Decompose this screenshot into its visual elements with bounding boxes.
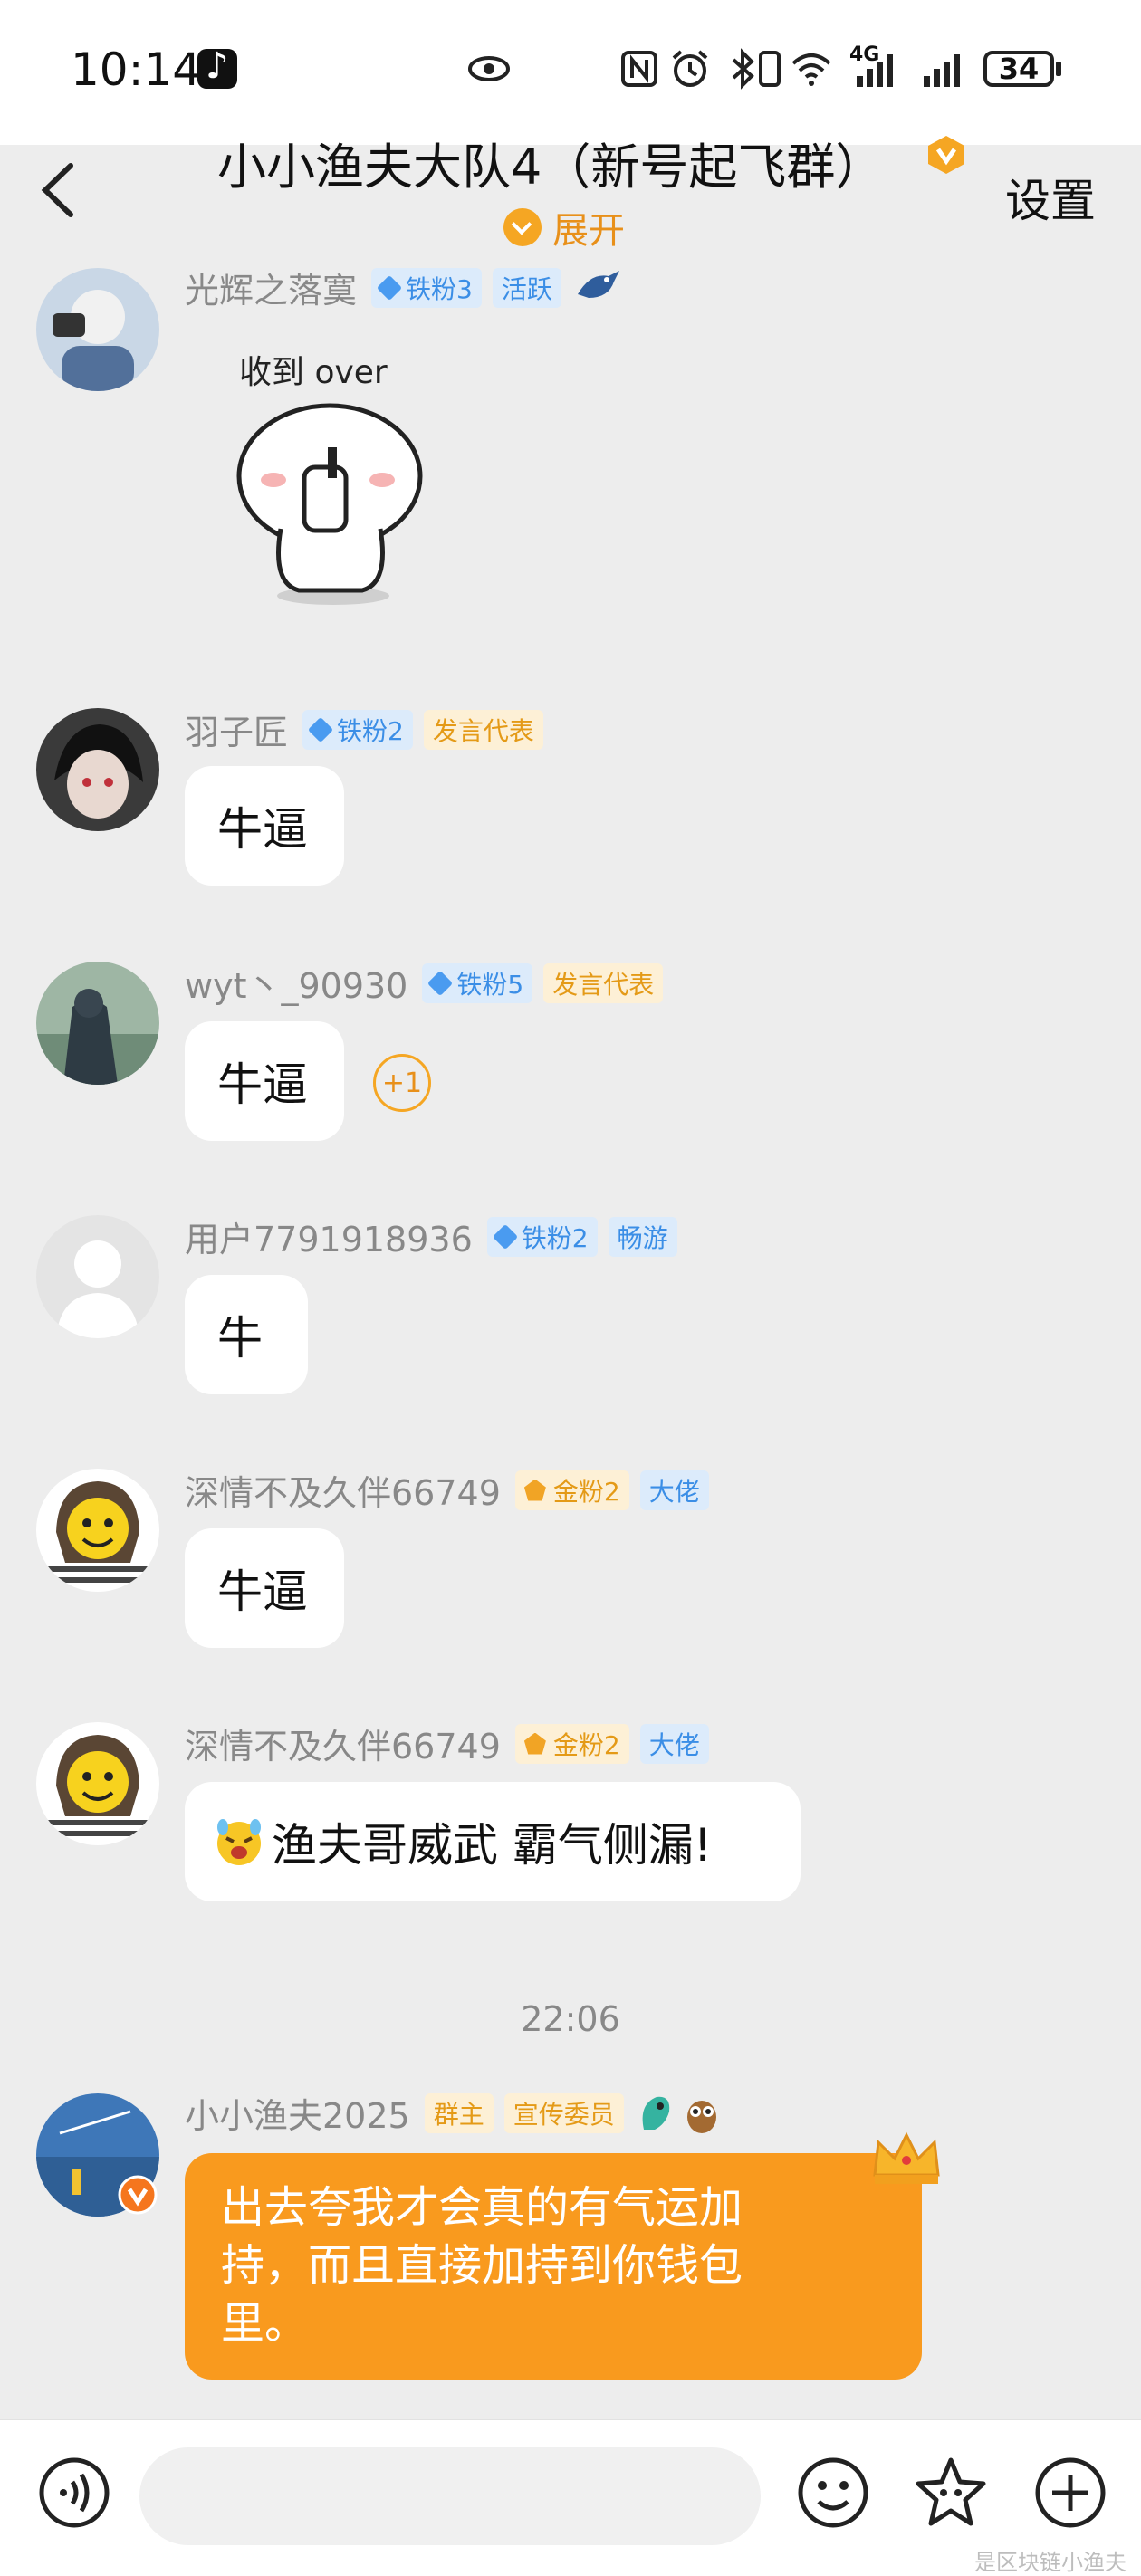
nfc-icon xyxy=(621,51,657,87)
message-meta: wyt丶_90930 铁粉5 发言代表 xyxy=(185,958,674,1008)
expand-toggle[interactable]: 展开 xyxy=(503,205,625,252)
fan-badge: 铁粉2 xyxy=(302,709,413,750)
message-meta: 羽子匠 铁粉2 发言代表 xyxy=(185,704,554,754)
avatar[interactable] xyxy=(36,1722,159,1845)
message-line: 出去夸我才会真的有气运加 xyxy=(221,2182,743,2233)
role-badge: 畅游 xyxy=(608,1216,677,1257)
watermark-text: 是区块链小渔夫 xyxy=(974,2550,1127,2575)
fan-badge: 金粉2 xyxy=(514,1470,629,1510)
settings-button[interactable]: 设置 xyxy=(1005,165,1096,230)
plus-one-reaction[interactable]: +1 xyxy=(373,1054,431,1112)
username[interactable]: 用户7791918936 xyxy=(185,1211,473,1261)
message-timestamp: 22:06 xyxy=(521,1999,620,2039)
role-badge: 发言代表 xyxy=(423,709,543,750)
message-line: 持，而且直接加持到你钱包 xyxy=(221,2240,743,2291)
message-meta: 小小渔夫2025 群主 宣传委员 xyxy=(185,2088,722,2138)
crown-icon xyxy=(873,2131,940,2184)
message-text: 渔夫哥威武 霸气侧漏! xyxy=(272,1819,712,1872)
message-bubble[interactable]: 牛逼 xyxy=(185,1021,344,1141)
message-meta: 深情不及久伴66749 金粉2 大佬 xyxy=(185,1465,720,1515)
avatar[interactable] xyxy=(36,1469,159,1592)
vibrate-icon xyxy=(759,51,781,87)
avatar[interactable] xyxy=(36,708,159,831)
bird-icon xyxy=(577,270,619,298)
message-bubble[interactable]: 牛 xyxy=(185,1275,308,1394)
role-badge: 大佬 xyxy=(639,1470,709,1510)
username[interactable]: 小小渔夫2025 xyxy=(185,2088,410,2138)
message-bubble[interactable]: 牛逼 xyxy=(185,1528,344,1648)
owl-icon xyxy=(686,2100,716,2133)
signal-icon xyxy=(857,54,893,87)
parrot-icon xyxy=(642,2096,669,2130)
fan-badge: 铁粉5 xyxy=(422,962,533,1003)
message-input[interactable] xyxy=(139,2447,761,2545)
role-badge: 大佬 xyxy=(639,1723,709,1764)
fan-badge: 金粉2 xyxy=(514,1723,629,1764)
group-title: 小小渔夫大队4（新号起飞群） xyxy=(217,139,885,196)
message-bubble[interactable]: 出去夸我才会真的有气运加 持，而且直接加持到你钱包 里。 xyxy=(185,2153,922,2380)
verified-badge-icon xyxy=(928,136,964,174)
chevron-down-icon xyxy=(503,208,542,246)
watermark: 是区块链小渔夫 xyxy=(974,2544,1127,2576)
emoji-icon[interactable] xyxy=(795,2455,871,2531)
message-meta: 光辉之落寞 铁粉3 活跃 xyxy=(185,263,623,312)
verified-badge-icon xyxy=(118,2175,158,2215)
tiktok-icon xyxy=(197,45,237,89)
alarm-icon xyxy=(672,50,708,87)
message-line: 里。 xyxy=(221,2298,309,2349)
expand-label: 展开 xyxy=(552,210,625,252)
username[interactable]: 深情不及久伴66749 xyxy=(185,1465,501,1515)
fan-badge: 铁粉3 xyxy=(371,267,482,308)
signal-icon-2 xyxy=(924,54,960,87)
status-time: 10:14 xyxy=(71,43,202,96)
role-badge: 宣传委员 xyxy=(503,2092,624,2133)
username[interactable]: wyt丶_90930 xyxy=(185,958,408,1008)
message-text: 出去夸我才会真的有气运加 持，而且直接加持到你钱包 里。 xyxy=(221,2179,743,2352)
eye-icon xyxy=(468,56,510,81)
message-bubble[interactable]: 牛逼 xyxy=(185,766,344,886)
wifi-icon xyxy=(791,53,831,86)
cheering-emoji-icon xyxy=(217,1819,261,1865)
message-meta: 深情不及久伴66749 金粉2 大佬 xyxy=(185,1719,720,1768)
message-meta: 用户7791918936 铁粉2 畅游 xyxy=(185,1211,688,1261)
avatar[interactable] xyxy=(36,962,159,1085)
sticker-icon[interactable] xyxy=(913,2455,989,2531)
battery-indicator: 34 xyxy=(983,51,1061,87)
owner-badge: 群主 xyxy=(424,2092,494,2133)
message-bubble[interactable]: 渔夫哥威武 霸气侧漏! xyxy=(185,1782,801,1901)
role-badge: 发言代表 xyxy=(543,962,664,1003)
sticker-caption: 收到 over xyxy=(239,354,388,391)
fan-badge: 铁粉2 xyxy=(486,1216,598,1257)
sticker-image[interactable] xyxy=(226,393,435,610)
add-icon[interactable] xyxy=(1032,2455,1108,2531)
username[interactable]: 光辉之落寞 xyxy=(185,263,357,312)
back-arrow-icon[interactable] xyxy=(34,158,89,222)
status-bar: 10:14 4G 34 小小渔夫大队4（新号 xyxy=(0,0,1141,252)
username[interactable]: 羽子匠 xyxy=(185,704,288,754)
voice-input-icon[interactable] xyxy=(36,2455,112,2531)
input-bar xyxy=(0,2419,1141,2576)
avatar[interactable] xyxy=(36,1215,159,1338)
username[interactable]: 深情不及久伴66749 xyxy=(185,1719,501,1768)
avatar[interactable] xyxy=(36,268,159,391)
role-badge: 活跃 xyxy=(492,267,561,308)
